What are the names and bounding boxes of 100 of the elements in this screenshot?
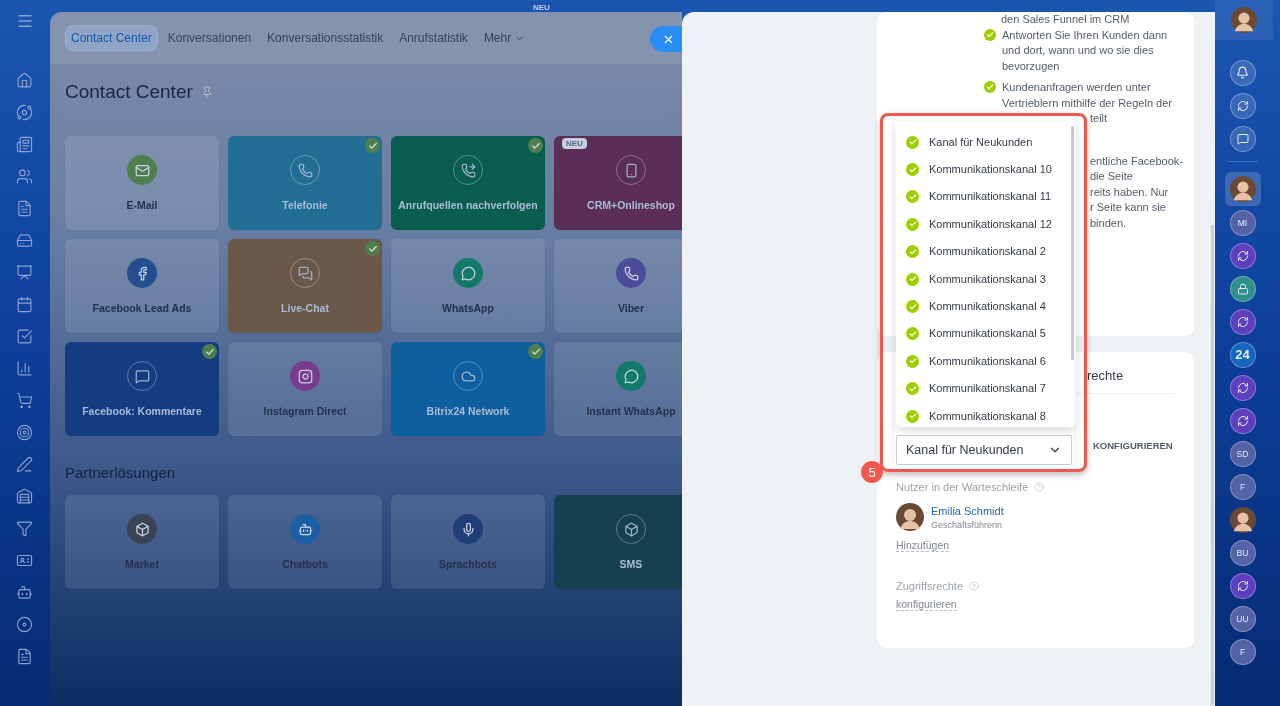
- cube-icon: [134, 521, 150, 537]
- drive-icon[interactable]: [16, 232, 34, 250]
- presentation-icon[interactable]: [16, 264, 34, 282]
- tile-label: Instant WhatsApp: [586, 405, 676, 417]
- tab[interactable]: Konversationsstatistik: [261, 25, 390, 51]
- newspaper-icon[interactable]: [16, 136, 34, 154]
- scrollbar[interactable]: [1071, 126, 1074, 360]
- chat-icon: [623, 368, 639, 384]
- new-badge: NEU: [562, 138, 587, 149]
- tile-label: Live-Chat: [281, 302, 329, 314]
- home-icon[interactable]: [16, 72, 34, 90]
- tile-label: E-Mail: [126, 199, 158, 211]
- chat-icon[interactable]: [1229, 125, 1256, 152]
- dropdown-option[interactable]: Kommunikationskanal 5: [896, 319, 1071, 348]
- pen-icon[interactable]: [16, 456, 34, 474]
- initials-avatar[interactable]: SD: [1229, 440, 1256, 467]
- channel-tile[interactable]: SMS: [554, 495, 682, 589]
- channel-tile[interactable]: Telefonie: [228, 136, 382, 230]
- tile-label: Market: [125, 558, 159, 570]
- initials-avatar[interactable]: F: [1229, 473, 1256, 500]
- dropdown-option[interactable]: Kommunikationskanal 11: [896, 182, 1071, 211]
- channel-tile[interactable]: Instagram Direct: [228, 342, 382, 436]
- calendar-icon[interactable]: [16, 296, 34, 314]
- refresh-icon[interactable]: [1229, 308, 1256, 335]
- checkbox-icon[interactable]: [16, 328, 34, 346]
- dropdown-option[interactable]: Kommunikationskanal 12: [896, 210, 1071, 238]
- smartphone-icon: [623, 162, 639, 178]
- document-icon[interactable]: [16, 200, 34, 218]
- initials-avatar[interactable]: UU: [1229, 605, 1256, 632]
- tile-label: Instagram Direct: [263, 405, 347, 417]
- check-icon: [906, 409, 919, 423]
- tab[interactable]: Mehr: [477, 25, 532, 51]
- check-icon: [906, 382, 919, 396]
- queue-select[interactable]: Kanal für Neukunden: [896, 435, 1072, 465]
- user-name-link[interactable]: Emilia Schmidt: [931, 504, 1004, 517]
- check-icon: [906, 354, 919, 368]
- tile-label: WhatsApp: [442, 302, 494, 314]
- dropdown-option[interactable]: Kommunikationskanal 6: [896, 347, 1071, 375]
- comment-icon: [134, 368, 150, 384]
- dropdown-option[interactable]: Kommunikationskanal 7: [896, 374, 1071, 402]
- channel-tile[interactable]: CRM+Onlineshop NEU: [554, 136, 682, 230]
- brand-avatar[interactable]: 24: [1229, 341, 1256, 368]
- channel-tile[interactable]: Facebook Lead Ads: [65, 239, 219, 333]
- channel-tile[interactable]: E-Mail: [65, 136, 219, 230]
- dropdown-option[interactable]: Kanal für Neukunden: [896, 128, 1071, 156]
- avatar: [1229, 506, 1256, 533]
- document-icon[interactable]: [16, 648, 34, 666]
- dropdown-option[interactable]: Kommunikationskanal 8: [896, 401, 1071, 427]
- channel-tile[interactable]: Viber: [554, 239, 682, 333]
- refresh-icon[interactable]: [1229, 407, 1256, 434]
- chat-icon: [460, 265, 476, 281]
- menu-icon[interactable]: [16, 12, 34, 30]
- tab[interactable]: Contact Center: [65, 25, 158, 51]
- dropdown-option[interactable]: Kommunikationskanal 3: [896, 264, 1071, 293]
- dropdown-option[interactable]: Kommunikationskanal 2: [896, 237, 1071, 265]
- channel-tile[interactable]: Anrufquellen nachverfolgen: [391, 136, 545, 230]
- scrollbar[interactable]: [1211, 225, 1214, 705]
- configure-button[interactable]: KONFIGURIEREN: [1093, 440, 1173, 451]
- refresh-icon[interactable]: [1229, 374, 1256, 401]
- tile-label: Facebook Lead Ads: [92, 302, 192, 314]
- bar-chart-icon[interactable]: [16, 360, 34, 378]
- channel-tile[interactable]: Facebook: Kommentare: [65, 342, 219, 436]
- tile-label: SMS: [619, 558, 643, 570]
- lock-icon[interactable]: [1229, 275, 1256, 302]
- warehouse-icon[interactable]: [16, 488, 34, 506]
- check-icon: [906, 135, 919, 149]
- bullet-text: die Seite: [1090, 169, 1133, 184]
- microphone-icon: [460, 521, 476, 537]
- tile-label: Sprachbots: [439, 558, 497, 570]
- cart-icon[interactable]: [16, 392, 34, 410]
- filter-icon[interactable]: [16, 520, 34, 538]
- selected-item[interactable]: [1224, 172, 1261, 206]
- page-title: Contact Center: [65, 81, 193, 103]
- target-icon[interactable]: [16, 424, 34, 442]
- refresh-icon[interactable]: [1229, 92, 1256, 119]
- channel-tile[interactable]: WhatsApp: [391, 239, 545, 333]
- tile-label: Bitrix24 Network: [426, 405, 510, 417]
- check-icon: [984, 28, 996, 41]
- bell-icon[interactable]: [1229, 59, 1256, 86]
- initials-avatar[interactable]: BU: [1229, 539, 1256, 566]
- dropdown-option[interactable]: Kommunikationskanal 10: [896, 155, 1071, 183]
- channel-tile[interactable]: Bitrix24 Network: [391, 342, 545, 436]
- user-avatar: [896, 503, 924, 531]
- card-heading: rechte: [1087, 368, 1124, 383]
- robot-icon[interactable]: [16, 584, 34, 602]
- tab[interactable]: Anrufstatistik: [393, 25, 474, 51]
- initials-avatar[interactable]: F: [1229, 638, 1256, 665]
- initials-avatar[interactable]: MI: [1229, 209, 1256, 236]
- tab[interactable]: Konversationen: [161, 25, 258, 51]
- orbit-icon[interactable]: [16, 104, 34, 122]
- users-icon[interactable]: [16, 168, 34, 186]
- configure-link[interactable]: konfigurieren: [896, 598, 957, 611]
- add-link[interactable]: Hinzufügen: [896, 539, 950, 552]
- channel-tile[interactable]: Live-Chat: [228, 239, 382, 333]
- refresh-icon[interactable]: [1229, 242, 1256, 269]
- disc-icon[interactable]: [16, 616, 34, 634]
- dropdown-option[interactable]: Kommunikationskanal 4: [896, 292, 1071, 320]
- channel-tile[interactable]: Instant WhatsApp: [554, 342, 682, 436]
- refresh-icon[interactable]: [1229, 572, 1256, 599]
- cube-icon: [623, 521, 639, 537]
